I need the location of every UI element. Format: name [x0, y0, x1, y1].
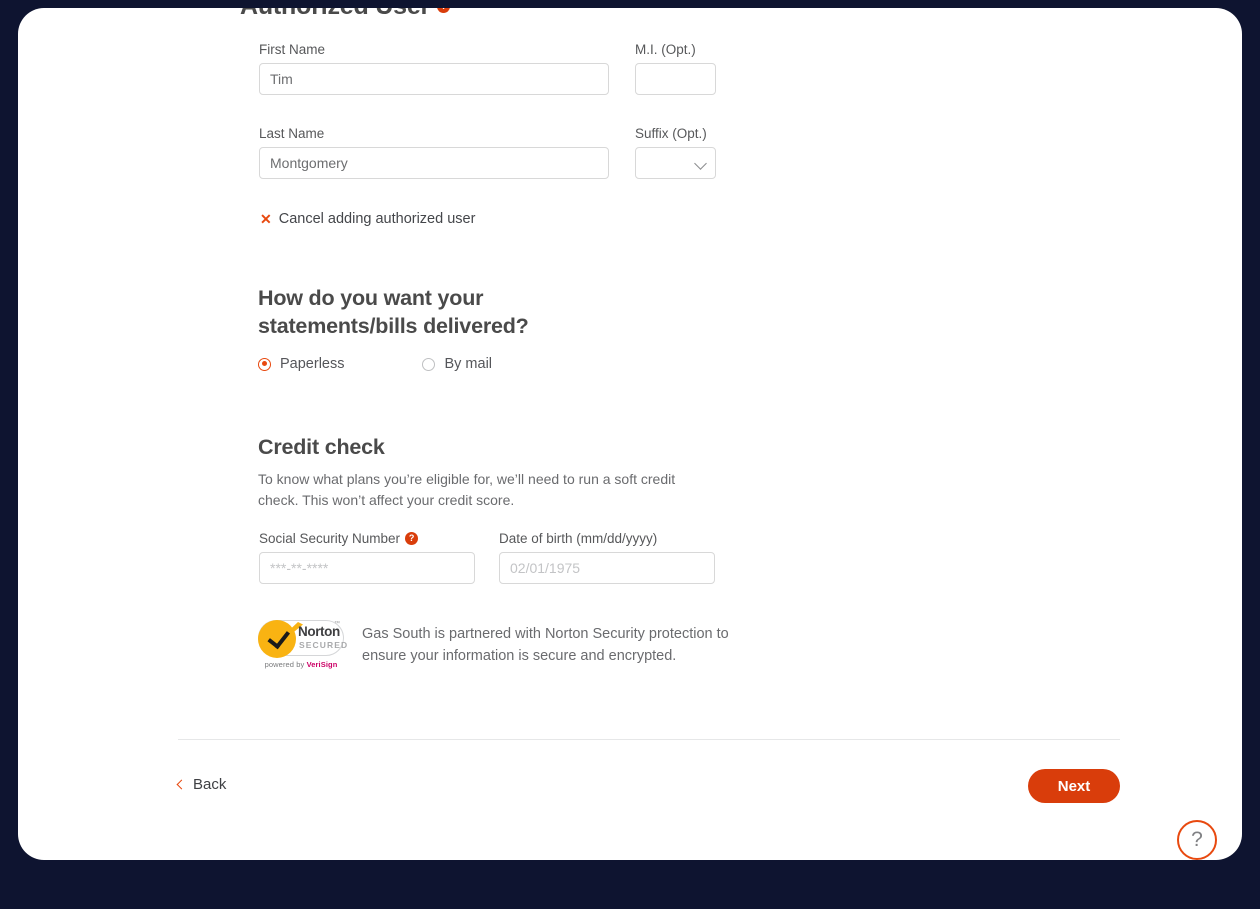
- middle-initial-field-group: M.I. (Opt.): [635, 42, 716, 95]
- radio-selected-icon: [258, 357, 271, 371]
- verisign-label: VeriSign: [306, 660, 338, 669]
- suffix-label: Suffix (Opt.): [635, 126, 707, 141]
- delivery-option-paperless[interactable]: Paperless: [258, 356, 344, 372]
- security-badge-row: ™ Norton SECURED powered by VeriSign Gas…: [258, 620, 752, 669]
- norton-checkmark-icon: [258, 620, 296, 658]
- chevron-left-icon: [176, 779, 187, 790]
- security-badge-message: Gas South is partnered with Norton Secur…: [362, 626, 729, 664]
- delivery-options: Paperless By mail: [258, 356, 492, 372]
- delivery-option-paperless-label: Paperless: [280, 356, 345, 372]
- dob-label: Date of birth (mm/dd/yyyy): [499, 531, 658, 546]
- delivery-heading: How do you want your statements/bills de…: [258, 286, 529, 338]
- back-button[interactable]: Back: [176, 776, 227, 793]
- norton-status-label: SECURED: [299, 640, 349, 650]
- first-name-input[interactable]: [259, 63, 609, 95]
- dob-input[interactable]: [499, 552, 715, 584]
- last-name-input[interactable]: [259, 147, 609, 179]
- authorized-user-help-icon[interactable]: ?: [437, 8, 451, 13]
- next-button[interactable]: Next: [1028, 769, 1120, 803]
- credit-check-description: To know what plans you’re eligible for, …: [258, 471, 676, 508]
- ssn-help-icon[interactable]: ?: [405, 532, 419, 545]
- footer-divider: [178, 739, 1120, 740]
- norton-secured-badge: ™ Norton SECURED powered by VeriSign: [258, 620, 347, 669]
- middle-initial-label: M.I. (Opt.): [635, 42, 696, 57]
- last-name-label: Last Name: [259, 126, 325, 141]
- ssn-field-group: Social Security Number ?: [259, 531, 475, 584]
- help-fab-button[interactable]: ?: [1177, 820, 1217, 860]
- close-x-icon: ✕: [260, 211, 272, 227]
- ssn-label-row: Social Security Number ?: [259, 531, 475, 546]
- delivery-option-by-mail[interactable]: By mail: [422, 356, 492, 372]
- norton-brand-label: Norton: [298, 624, 340, 639]
- back-button-label: Back: [193, 776, 227, 793]
- cancel-authorized-user-label: Cancel adding authorized user: [278, 211, 476, 227]
- dob-field-group: Date of birth (mm/dd/yyyy): [499, 531, 715, 584]
- first-name-label: First Name: [259, 42, 326, 57]
- suffix-field-group: Suffix (Opt.): [635, 126, 716, 179]
- suffix-select[interactable]: [635, 147, 716, 179]
- powered-by-prefix: powered by: [264, 660, 307, 669]
- credit-check-heading: Credit check: [258, 435, 385, 459]
- onboarding-card: Authorized User ? First Name M.I. (Opt.)…: [18, 8, 1242, 860]
- middle-initial-input[interactable]: [635, 63, 716, 95]
- delivery-option-by-mail-label: By mail: [444, 356, 493, 372]
- authorized-user-title: Authorized User: [240, 8, 430, 21]
- first-name-field-group: First Name: [259, 42, 609, 95]
- norton-powered-by: powered by VeriSign: [258, 660, 344, 669]
- last-name-field-group: Last Name: [259, 126, 609, 179]
- authorized-user-heading: Authorized User ?: [240, 8, 451, 21]
- ssn-label: Social Security Number: [259, 531, 401, 546]
- radio-unselected-icon: [422, 357, 436, 371]
- ssn-input[interactable]: [259, 552, 475, 584]
- cancel-authorized-user-link[interactable]: ✕ Cancel adding authorized user: [260, 211, 475, 227]
